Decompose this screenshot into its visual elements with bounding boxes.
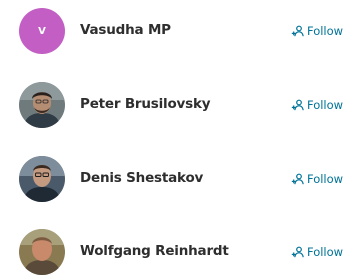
avatar-denis-shestakov[interactable] [19,156,65,202]
person-photo-icon [19,229,65,275]
follow-suggestions-list: V Vasudha MP Follow Peter Brusilovsky Fo… [0,0,362,275]
follow-label: Follow [307,245,344,259]
follow-button[interactable]: Follow [291,95,343,115]
person-photo-icon [19,156,65,202]
avatar-vasudha-mp[interactable]: V [19,8,65,54]
person-photo-icon [19,82,65,128]
follow-label: Follow [307,98,344,112]
follow-button[interactable]: Follow [291,21,343,41]
person-plus-icon [291,99,304,111]
person-plus-icon [291,173,304,185]
follow-label: Follow [307,24,344,38]
follow-button[interactable]: Follow [291,169,343,189]
person-name[interactable]: Denis Shestakov [80,170,203,186]
person-plus-icon [291,25,304,37]
avatar-wolfgang-reinhardt[interactable] [19,229,65,275]
person-row-wolfgang-reinhardt: Wolfgang Reinhardt Follow [0,227,362,277]
follow-label: Follow [307,172,344,186]
follow-button[interactable]: Follow [291,242,343,262]
person-row-denis-shestakov: Denis Shestakov Follow [0,154,362,204]
person-name[interactable]: Wolfgang Reinhardt [80,243,229,259]
person-row-vasudha-mp: V Vasudha MP Follow [0,6,362,56]
person-name[interactable]: Peter Brusilovsky [80,96,211,112]
person-plus-icon [291,246,304,258]
person-name[interactable]: Vasudha MP [80,22,171,38]
avatar-peter-brusilovsky[interactable] [19,82,65,128]
person-row-peter-brusilovsky: Peter Brusilovsky Follow [0,80,362,130]
avatar-initial: V [38,25,46,37]
